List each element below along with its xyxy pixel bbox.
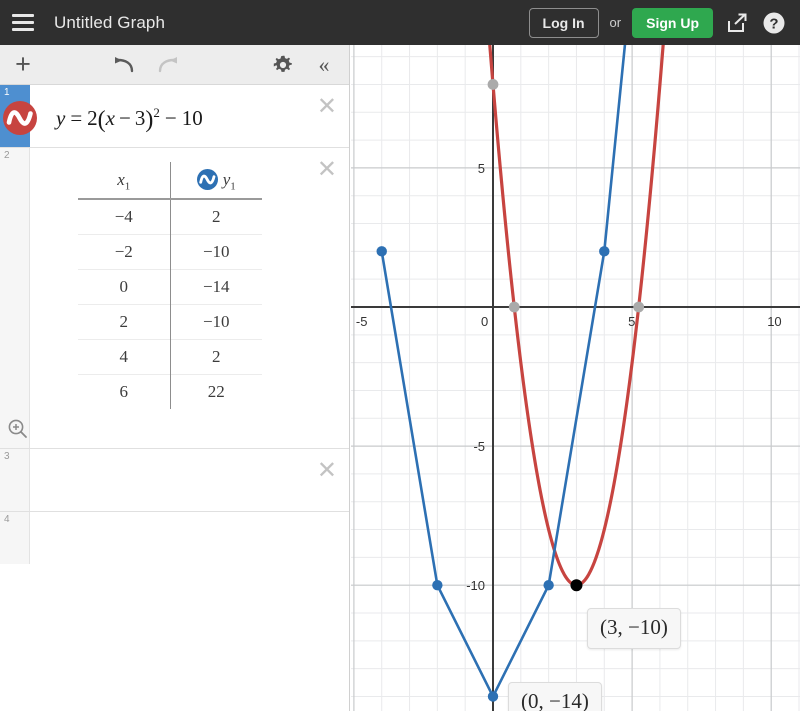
table-header-x-sub: 1 (124, 179, 131, 192)
expression-row-body[interactable]: ✕ (30, 449, 349, 511)
delete-expression-icon[interactable]: ✕ (317, 459, 337, 483)
table-row[interactable]: 6 22 (78, 374, 262, 410)
expression-row-gutter[interactable]: 4 (0, 512, 30, 564)
intercept-point[interactable] (508, 301, 520, 313)
table-cell-x[interactable]: 6 (78, 374, 171, 410)
expression-row-number: 3 (4, 451, 10, 462)
expression-row[interactable]: 4 (0, 512, 349, 632)
eq-minus: − (119, 106, 131, 130)
redo-arrow-icon[interactable] (146, 45, 188, 85)
table-column-header-x[interactable]: x1 (78, 162, 171, 200)
graph-canvas[interactable]: -5 0 5 10 5 -5 -10 (3, −10) (0, −14) (351, 45, 800, 711)
intercept-point[interactable] (633, 301, 645, 313)
expression-row-gutter[interactable]: 3 (0, 449, 30, 511)
hamburger-bar (12, 21, 34, 24)
eq-shift: 3 (134, 106, 146, 130)
table-point[interactable] (487, 691, 499, 702)
vertex-point[interactable] (570, 579, 583, 592)
undo-arrow-icon[interactable] (104, 45, 146, 85)
expression-toolbar: + « (0, 45, 349, 85)
expression-row-number: 4 (4, 514, 10, 525)
eq-constant: 10 (181, 106, 203, 130)
expression-sidebar: + « 1 y = 2(x − 3)2 − 10 ✕ 2 x1 y1 −4 2 … (0, 45, 350, 711)
y-tick-label: -10 (466, 578, 485, 593)
table-point-color-icon[interactable] (196, 169, 218, 190)
table-column-header-y[interactable]: y1 (170, 162, 262, 199)
data-table[interactable]: x1 y1 −4 2 −2 −10 0 −14 2 −10 4 2 6 22 (78, 162, 262, 410)
table-header-row: x1 y1 (78, 162, 262, 200)
or-label: or (609, 15, 622, 30)
eq-minus-2: − (164, 106, 177, 130)
help-question-icon[interactable]: ? (761, 10, 787, 36)
log-in-button[interactable]: Log In (528, 7, 599, 38)
expression-row-body[interactable]: y = 2(x −3)2−10 ✕ (30, 85, 349, 147)
hamburger-menu-icon[interactable] (0, 0, 46, 45)
eq-coefficient: 2 (87, 106, 98, 130)
add-expression-button[interactable]: + (0, 45, 46, 85)
expression-row-number: 2 (4, 150, 10, 161)
expression-row[interactable]: 3 ✕ (0, 449, 349, 512)
svg-text:?: ? (769, 15, 778, 32)
table-cell-y[interactable]: −10 (170, 305, 262, 340)
expression-row-body[interactable] (30, 512, 349, 632)
x-tick-label: 5 (628, 314, 635, 329)
table-header-y-sub: 1 (230, 180, 236, 193)
x-tick-label: -5 (356, 314, 368, 329)
share-icon[interactable] (724, 10, 750, 36)
equation-expression[interactable]: y = 2(x −3)2−10 (56, 105, 203, 134)
hamburger-bar (12, 28, 34, 31)
vertex-label: (3, −10) (587, 608, 681, 649)
table-cell-y[interactable]: 2 (170, 199, 262, 235)
eq-exponent: 2 (153, 105, 160, 120)
gear-icon[interactable] (265, 45, 301, 85)
eq-equals: = (70, 106, 83, 130)
eq-lhs: y (56, 106, 66, 130)
graph-plot[interactable]: -5 0 5 10 5 -5 -10 (351, 45, 800, 711)
table-point[interactable] (543, 580, 554, 591)
app-header: Untitled Graph Log In or Sign Up ? (0, 0, 800, 45)
table-cell-y[interactable]: 2 (170, 340, 262, 375)
table-row[interactable]: −4 2 (78, 199, 262, 235)
expression-row-gutter[interactable]: 1 (0, 85, 37, 147)
expression-row[interactable]: 1 y = 2(x −3)2−10 ✕ (0, 85, 349, 148)
table-cell-y[interactable]: −10 (170, 235, 262, 270)
x-tick-label: 0 (481, 314, 488, 329)
hamburger-bar (12, 14, 34, 17)
table-cell-y[interactable]: −14 (170, 270, 262, 305)
x-tick-label: 10 (767, 314, 781, 329)
table-row[interactable]: 0 −14 (78, 269, 262, 305)
table-header-x-label: x (117, 169, 125, 189)
table-body: −4 2 −2 −10 0 −14 2 −10 4 2 6 22 (78, 199, 262, 410)
expression-row[interactable]: 2 x1 y1 −4 2 −2 −10 0 −14 2 −10 4 2 6 22… (0, 148, 349, 449)
table-row[interactable]: 2 −10 (78, 304, 262, 340)
y-tick-label: 5 (478, 161, 485, 176)
eq-open-paren: ( (97, 107, 106, 133)
table-cell-x[interactable]: −2 (78, 234, 171, 270)
zoom-fit-icon[interactable] (7, 418, 29, 440)
delete-expression-icon[interactable]: ✕ (317, 158, 337, 182)
sign-up-button[interactable]: Sign Up (632, 7, 713, 38)
table-row[interactable]: −2 −10 (78, 234, 262, 270)
intercept-point[interactable] (487, 79, 499, 90)
graph-title[interactable]: Untitled Graph (54, 13, 165, 33)
y-tick-label: -5 (473, 439, 485, 454)
table-cell-x[interactable]: 4 (78, 339, 171, 375)
table-point[interactable] (376, 246, 387, 257)
expression-row-gutter[interactable]: 2 (0, 148, 30, 448)
table-head: x1 y1 (78, 162, 262, 200)
table-point[interactable] (599, 246, 610, 257)
table-cell-x[interactable]: −4 (78, 199, 171, 235)
table-cell-y[interactable]: 22 (170, 375, 262, 410)
table-cell-x[interactable]: 2 (78, 304, 171, 340)
expression-row-number: 1 (4, 87, 10, 98)
eq-variable: x (105, 106, 115, 130)
table-point[interactable] (432, 580, 443, 591)
table-row[interactable]: 42 (78, 339, 262, 375)
collapse-sidebar-button[interactable]: « (307, 45, 341, 85)
table-cell-x[interactable]: 0 (78, 269, 171, 305)
minimum-label: (0, −14) (508, 682, 602, 711)
delete-expression-icon[interactable]: ✕ (317, 95, 337, 119)
header-actions: Log In or Sign Up ? (528, 7, 800, 38)
expression-row-body[interactable]: x1 y1 −4 2 −2 −10 0 −14 2 −10 4 2 6 22 ✕ (30, 148, 349, 448)
